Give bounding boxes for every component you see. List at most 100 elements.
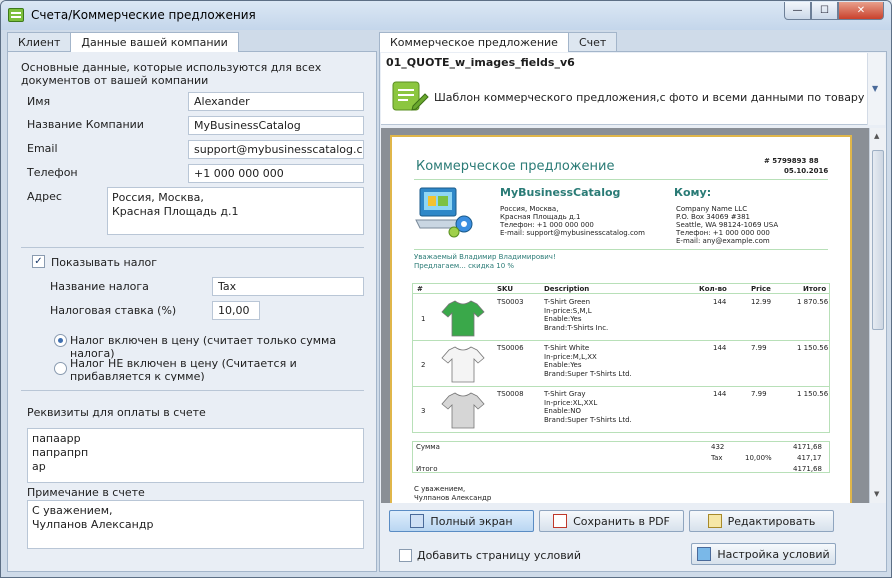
row-description: T-Shirt White In-price:M,L,XX Enable:Yes Br… (544, 344, 632, 378)
tax-name-label: Название налога (50, 280, 149, 293)
preview-panel: Коммерческое предложение Счет 01_QUOTE_w… (379, 32, 887, 572)
address-field[interactable]: Россия, Москва, Красная Площадь д.1 (107, 187, 364, 235)
save-pdf-button[interactable]: Сохранить в PDF (539, 510, 684, 532)
row-number: 3 (421, 407, 426, 415)
closing-text: С уважением, (414, 485, 466, 493)
tab-quote[interactable]: Коммерческое предложение (379, 32, 569, 52)
signer-text: Чулпанов Александр (414, 494, 492, 502)
total-label: Итого (416, 465, 438, 473)
row-number: 1 (421, 315, 426, 323)
app-window: Счета/Коммерческие предложения — ☐ ✕ Кли… (0, 0, 892, 578)
row-price: 7.99 (751, 390, 767, 398)
tax-rate-field[interactable]: 10,00 (212, 301, 260, 320)
phone-field[interactable]: +1 000 000 000 (188, 164, 364, 183)
document-icon (392, 81, 429, 111)
template-scrollbar[interactable]: ▼ (867, 53, 885, 125)
row-sku: TS0008 (497, 390, 524, 398)
total-value: 4171,68 (793, 465, 822, 473)
fullscreen-button[interactable]: Полный экран (389, 510, 534, 532)
minimize-button[interactable]: — (784, 2, 811, 20)
template-selector[interactable]: 01_QUOTE_w_images_fields_v6 Шаблон комме… (381, 53, 867, 125)
note-label: Примечание в счете (27, 486, 145, 499)
app-icon (8, 8, 24, 22)
add-terms-label: Добавить страницу условий (417, 549, 581, 562)
name-field[interactable]: Alexander (188, 92, 364, 111)
chevron-up-icon[interactable]: ▲ (874, 132, 879, 140)
company-name-field[interactable]: MyBusinessCatalog (188, 116, 364, 135)
terms-settings-button[interactable]: Настройка условий (691, 543, 836, 565)
address-label: Адрес (27, 190, 62, 203)
row-total: 1 150.56 (797, 344, 829, 352)
close-button[interactable]: ✕ (838, 2, 884, 20)
tshirt-image (441, 346, 485, 383)
row-description: T-Shirt Gray In-price:XL,XXL Enable:NO Bran… (544, 390, 632, 424)
items-table: # SKU Description Кол-во Price Итого 1 T… (412, 283, 830, 433)
tax-label: Tax (711, 454, 723, 462)
preview-scrollbar[interactable]: ▲ ▼ (869, 128, 886, 503)
email-label: Email (27, 142, 58, 155)
row-total: 1 150.56 (797, 390, 829, 398)
phone-label: Телефон (27, 166, 78, 179)
tab-client[interactable]: Клиент (7, 32, 72, 51)
template-description: Шаблон коммерческого предложения,с фото … (434, 91, 865, 104)
table-row: 1 TS0003 T-Shirt Green In-price:S,M,L Enab… (413, 295, 829, 341)
tax-included-radio[interactable] (54, 334, 67, 347)
tax-rate: 10,00% (745, 454, 772, 462)
template-name: 01_QUOTE_w_images_fields_v6 (386, 56, 575, 69)
document-preview[interactable]: Коммерческое предложение # 5799893 88 05… (381, 128, 869, 503)
doc-title: Коммерческое предложение (416, 159, 615, 174)
tax-total: 417,17 (797, 454, 822, 462)
row-qty: 144 (713, 344, 727, 352)
sum-total: 4171,68 (793, 443, 822, 451)
to-address: Company Name LLC P.O. Box 34069 #381 Seatt… (676, 205, 779, 245)
edit-button[interactable]: Редактировать (689, 510, 834, 532)
offer-text: Предлагаем... скидка 10 % (414, 262, 515, 270)
row-qty: 144 (713, 390, 727, 398)
row-description: T-Shirt Green In-price:S,M,L Enable:Yes Bra… (544, 298, 609, 332)
sum-label: Сумма (416, 443, 440, 451)
tax-not-included-radio[interactable] (54, 362, 67, 375)
document-page: Коммерческое предложение # 5799893 88 05… (390, 135, 852, 503)
greeting: Уважаемый Владимир Владимирович! (414, 253, 556, 261)
fullscreen-icon (410, 514, 425, 528)
totals-table: Сумма 432 4171,68 Tax 10,00% 417,17 Итог… (412, 441, 830, 473)
maximize-button[interactable]: ☐ (811, 2, 838, 20)
company-name-label: Название Компании (27, 118, 144, 131)
table-row: 2 TS0006 T-Shirt White In-price:M,L,XX Ena… (413, 341, 829, 387)
sum-qty: 432 (711, 443, 725, 451)
payment-label: Реквизиты для оплаты в счете (27, 406, 206, 419)
row-total: 1 870.56 (797, 298, 829, 306)
divider (21, 390, 364, 391)
add-terms-checkbox[interactable] (399, 549, 412, 562)
scrollbar-thumb[interactable] (872, 150, 884, 330)
email-field[interactable]: support@mybusinesscatalog.com (188, 140, 364, 159)
tshirt-image (441, 392, 485, 429)
intro-text: Основные данные, которые используются дл… (21, 61, 322, 87)
pdf-icon (553, 514, 568, 528)
catalog-logo-icon (415, 187, 473, 238)
divider (21, 247, 364, 248)
chevron-down-icon[interactable]: ▼ (874, 490, 879, 498)
row-price: 12.99 (751, 298, 772, 306)
doc-number: # 5799893 88 (764, 157, 819, 165)
chevron-down-icon[interactable]: ▼ (872, 84, 878, 93)
row-price: 7.99 (751, 344, 767, 352)
show-tax-label: Показывать налог (51, 256, 158, 269)
note-field[interactable]: С уважением, Чулпанов Александр (27, 500, 364, 549)
tax-name-field[interactable]: Tax (212, 277, 364, 296)
tab-invoice[interactable]: Счет (567, 32, 618, 51)
divider (414, 249, 828, 250)
table-header: # SKU Description Кол-во Price Итого (413, 284, 829, 294)
row-qty: 144 (713, 298, 727, 306)
tax-not-included-label: Налог НЕ включен в цену (Считается и при… (70, 357, 297, 381)
window-title: Счета/Коммерческие предложения (31, 8, 256, 22)
payment-field[interactable]: папаарр папрапрп ар (27, 428, 364, 483)
tab-company-data[interactable]: Данные вашей компании (70, 32, 239, 52)
tax-rate-label: Налоговая ставка (%) (50, 304, 177, 317)
row-sku: TS0003 (497, 298, 524, 306)
from-address: Россия, Москва, Красная Площадь д.1 Телефо… (500, 205, 645, 237)
show-tax-checkbox[interactable]: ✓ (32, 255, 45, 268)
table-row: 3 TS0008 T-Shirt Gray In-price:XL,XXL Enab… (413, 387, 829, 433)
row-sku: TS0006 (497, 344, 524, 352)
company-panel: Клиент Данные вашей компании Основные да… (7, 32, 377, 572)
